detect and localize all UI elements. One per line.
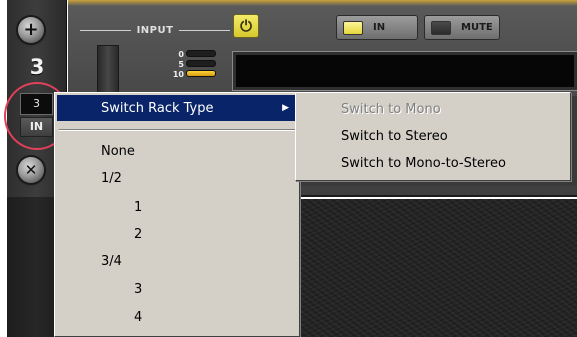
input-label-line-right xyxy=(179,29,230,31)
menu-item-1[interactable]: 1 xyxy=(57,194,297,220)
mute-led-icon xyxy=(431,20,451,35)
rack-number: 3 xyxy=(29,55,45,79)
plus-icon: + xyxy=(23,19,39,40)
submenu-item-switch-to-mono-to-stereo[interactable]: Switch to Mono-to-Stereo xyxy=(298,150,568,176)
menu-item-3[interactable]: 3 xyxy=(57,276,297,302)
mute-button-label: MUTE xyxy=(461,22,493,33)
mute-button[interactable]: MUTE xyxy=(424,15,500,40)
menu-item-4[interactable]: 4 xyxy=(57,304,297,330)
input-label-text: INPUT xyxy=(136,24,174,36)
submenu-item-switch-to-mono[interactable]: Switch to Mono xyxy=(298,96,568,122)
meter-scale-10: 10 xyxy=(172,70,184,79)
in-button[interactable]: IN xyxy=(336,15,418,40)
power-icon: ⏻ xyxy=(240,17,252,35)
menu-item-3-4[interactable]: 3/4 xyxy=(57,248,297,274)
input-section-label: INPUT xyxy=(80,22,230,38)
meter-scale: 0 5 10 xyxy=(168,50,184,80)
menu-item-none[interactable]: None xyxy=(57,138,297,164)
device-display xyxy=(232,51,577,91)
menu-item-1-2[interactable]: 1/2 xyxy=(57,165,297,191)
switch-rack-type-submenu: Switch to Mono Switch to Stereo Switch t… xyxy=(295,92,571,181)
meter-scale-5: 5 xyxy=(178,60,184,69)
in-led-icon xyxy=(343,20,363,35)
power-button[interactable]: ⏻ xyxy=(233,14,259,38)
menu-item-2[interactable]: 2 xyxy=(57,221,297,247)
submenu-item-switch-to-stereo[interactable]: Switch to Stereo xyxy=(298,123,568,149)
remove-device-knob[interactable]: ✕ xyxy=(18,157,44,183)
context-menu: Switch Rack Type ▶ None 1/2 1 2 3/4 3 4 xyxy=(54,92,300,337)
meter-segment xyxy=(186,60,216,67)
menu-separator xyxy=(59,129,295,131)
input-level-meter xyxy=(186,50,216,80)
submenu-arrow-icon: ▶ xyxy=(282,103,289,113)
in-button-label: IN xyxy=(373,22,386,33)
menu-item-label: Switch Rack Type xyxy=(101,100,214,116)
menu-item-switch-rack-type[interactable]: Switch Rack Type ▶ xyxy=(57,95,297,121)
add-device-knob[interactable]: + xyxy=(18,17,44,43)
meter-segment xyxy=(186,70,216,77)
meter-scale-0: 0 xyxy=(178,50,184,59)
panel-top-edge xyxy=(68,0,577,6)
x-icon: ✕ xyxy=(24,160,38,179)
input-label-line-left xyxy=(80,29,131,31)
meter-segment xyxy=(186,50,216,57)
